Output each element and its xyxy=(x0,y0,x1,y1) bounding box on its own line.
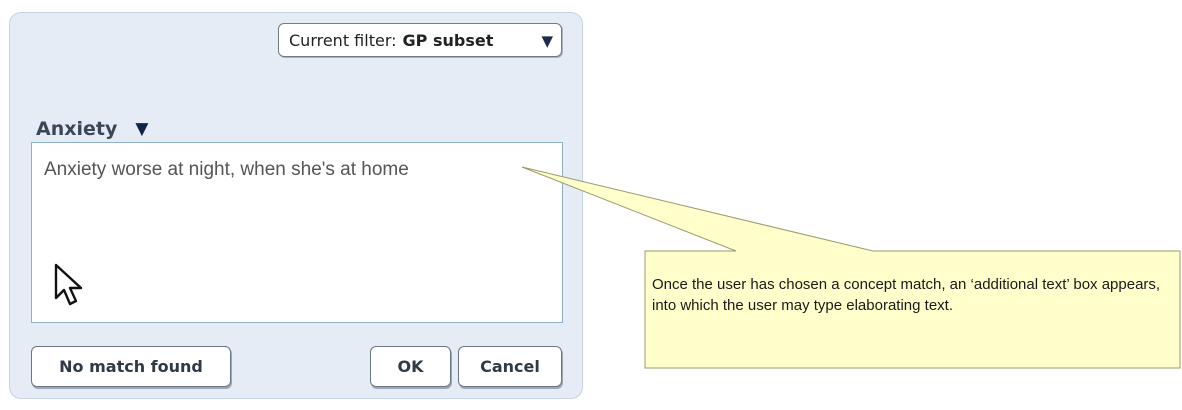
callout-balloon xyxy=(521,166,1181,369)
callout-text: Once the user has chosen a concept match… xyxy=(652,276,1161,314)
